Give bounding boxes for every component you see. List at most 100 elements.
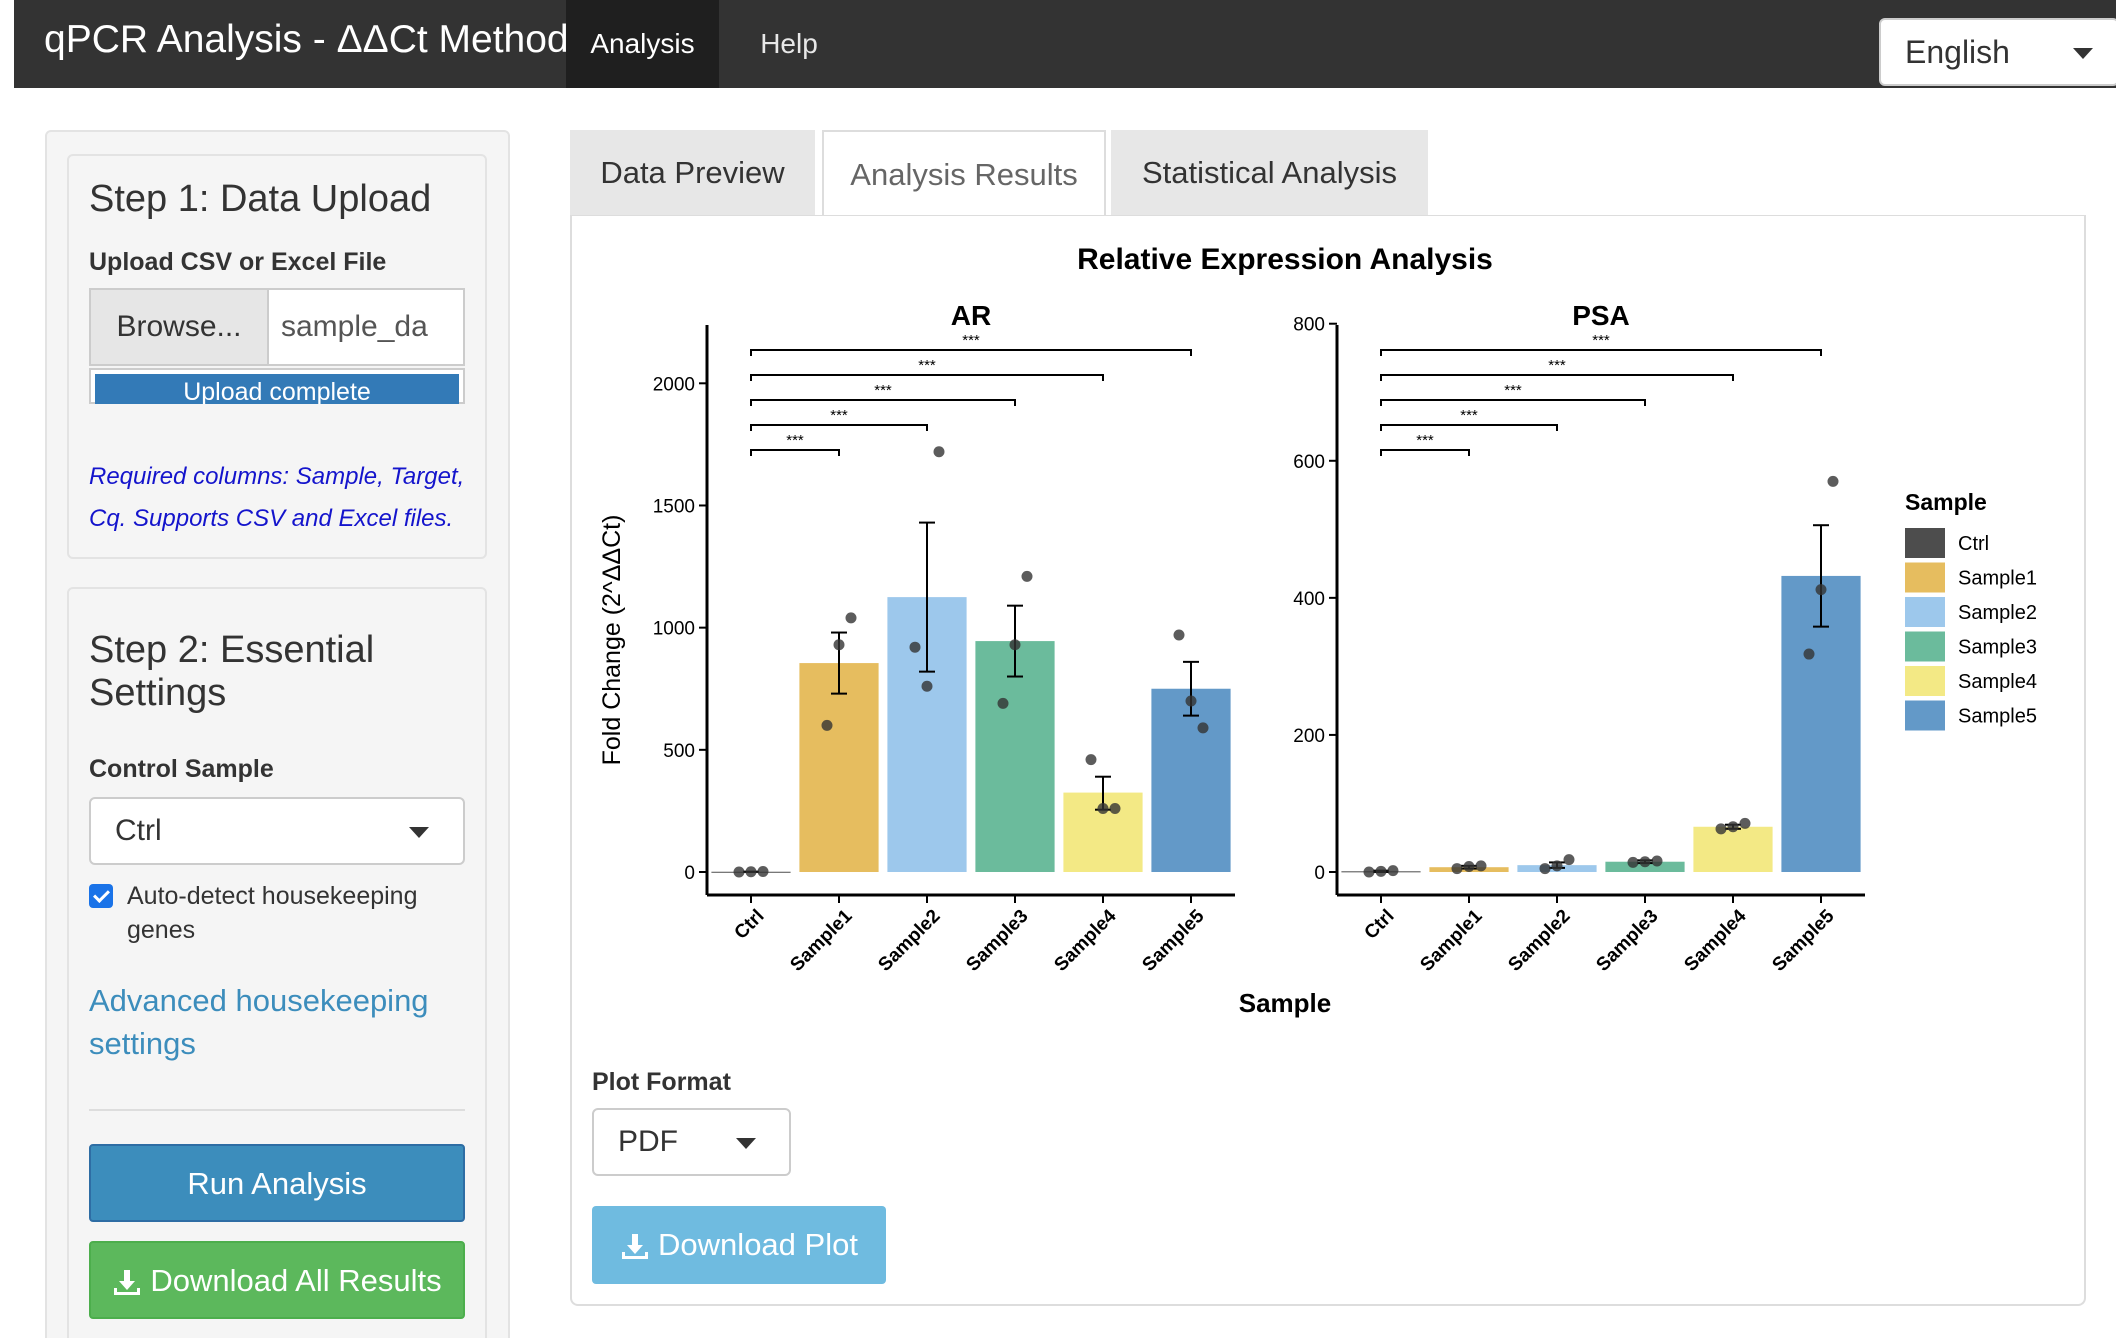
significance-bracket [750, 349, 1192, 356]
download-all-label: Download All Results [150, 1263, 442, 1298]
bar-sample4 [1693, 826, 1773, 872]
legend-swatch [1905, 631, 1945, 662]
browse-button[interactable]: Browse... [91, 290, 269, 364]
control-sample-value: Ctrl [115, 814, 162, 847]
x-tick-label: Sample5 [1138, 905, 1208, 975]
data-point [1375, 865, 1387, 877]
significance-label: *** [1460, 407, 1478, 424]
x-tick-label: Sample2 [1504, 906, 1574, 976]
data-point [1197, 722, 1209, 734]
data-point [1085, 754, 1097, 766]
data-point [1651, 855, 1663, 867]
x-tick-label: Ctrl [731, 906, 769, 944]
significance-bracket [1380, 449, 1470, 456]
file-input[interactable]: Browse... sample_da [89, 288, 465, 366]
panel-title: AR [951, 300, 991, 331]
legend-label: Sample3 [1958, 637, 2037, 659]
legend-label: Sample2 [1958, 602, 2037, 624]
data-point [745, 866, 757, 878]
download-plot-button[interactable]: Download Plot [592, 1206, 886, 1284]
app-title[interactable]: qPCR Analysis - ΔΔCt Method [44, 18, 569, 62]
y-tick-label: 500 [663, 741, 695, 762]
significance-bracket [750, 399, 1016, 406]
legend-title: Sample [1905, 489, 1987, 515]
y-tick-label: 0 [1314, 863, 1325, 884]
significance-label: *** [1504, 382, 1522, 399]
language-select[interactable]: English [1879, 18, 2116, 86]
tab-data-preview[interactable]: Data Preview [570, 130, 815, 216]
y-tick-label: 600 [1293, 452, 1325, 473]
data-point [1109, 802, 1121, 814]
y-tick-label: 400 [1293, 589, 1325, 610]
data-point [1815, 584, 1827, 596]
chart-title: Relative Expression Analysis [1077, 243, 1493, 276]
significance-label: *** [962, 332, 980, 349]
data-point [1185, 695, 1197, 707]
data-point [1451, 863, 1463, 875]
chevron-down-icon [409, 827, 429, 838]
download-icon [622, 1233, 649, 1259]
y-tick-label: 0 [684, 863, 695, 884]
y-tick-label: 1500 [653, 496, 695, 517]
legend-label: Sample4 [1958, 671, 2037, 693]
data-point [1639, 856, 1651, 868]
data-point [1475, 860, 1487, 872]
chevron-down-icon [2073, 48, 2093, 59]
significance-bracket [1380, 349, 1822, 356]
data-point [997, 697, 1009, 709]
x-tick-label: Sample4 [1050, 905, 1120, 975]
nav-tab-analysis[interactable]: Analysis [566, 0, 719, 88]
significance-label: *** [786, 432, 804, 449]
data-point [1715, 823, 1727, 835]
significance-label: *** [874, 382, 892, 399]
tab-statistical-analysis[interactable]: Statistical Analysis [1111, 130, 1428, 216]
legend-swatch [1905, 528, 1945, 558]
data-point [1363, 866, 1375, 878]
data-point [1009, 639, 1021, 651]
significance-label: *** [830, 407, 848, 424]
expression-chart: Relative Expression Analysis Sample Fold C… [598, 243, 2037, 1018]
legend-swatch [1905, 700, 1945, 731]
data-point [845, 612, 857, 624]
upload-progress-bar: Upload complete [95, 374, 459, 404]
legend-label: Sample1 [1958, 568, 2037, 590]
plot-format-label: Plot Format [592, 1068, 731, 1096]
significance-bracket [750, 424, 928, 431]
run-analysis-button[interactable]: Run Analysis [89, 1144, 465, 1222]
advanced-settings-link[interactable]: Advanced housekeeping settings [89, 979, 469, 1065]
step1-panel: Step 1: Data Upload Upload CSV or Excel … [67, 154, 487, 559]
data-point [1803, 648, 1815, 660]
step2-title: Step 2: Essential Settings [89, 629, 375, 714]
data-point [757, 866, 769, 878]
significance-bracket [1380, 374, 1734, 381]
x-tick-label: Ctrl [1361, 906, 1399, 944]
legend-swatch [1905, 562, 1945, 593]
y-tick-label: 1000 [653, 619, 695, 640]
significance-label: *** [918, 357, 936, 374]
file-name-field[interactable]: sample_da [281, 290, 461, 364]
data-point [821, 719, 833, 731]
auto-detect-checkbox[interactable] [89, 884, 113, 908]
x-tick-label: Sample5 [1768, 905, 1838, 975]
legend-swatch [1905, 597, 1945, 627]
download-all-button[interactable]: Download All Results [89, 1241, 465, 1319]
download-icon [114, 1269, 141, 1295]
nav-tab-help[interactable]: Help [719, 0, 859, 88]
x-tick-label: Sample2 [874, 906, 944, 976]
significance-label: *** [1592, 332, 1610, 349]
data-point [1627, 856, 1639, 868]
tab-analysis-results[interactable]: Analysis Results [822, 130, 1106, 216]
data-point [833, 639, 845, 651]
plot-format-select[interactable]: PDF [592, 1108, 791, 1176]
y-tick-label: 2000 [653, 374, 695, 395]
auto-detect-label[interactable]: Auto-detect housekeeping genes [127, 879, 467, 947]
sidebar: Step 1: Data Upload Upload CSV or Excel … [45, 130, 510, 1338]
legend-label: Sample5 [1958, 706, 2037, 728]
upload-help-text: Required columns: Sample, Target, Cq. Su… [89, 463, 465, 532]
data-point [733, 866, 745, 878]
significance-bracket [1380, 399, 1646, 406]
y-tick-label: 200 [1293, 726, 1325, 747]
data-point [1463, 861, 1475, 873]
control-sample-select[interactable]: Ctrl [89, 797, 465, 865]
divider [89, 1109, 465, 1111]
